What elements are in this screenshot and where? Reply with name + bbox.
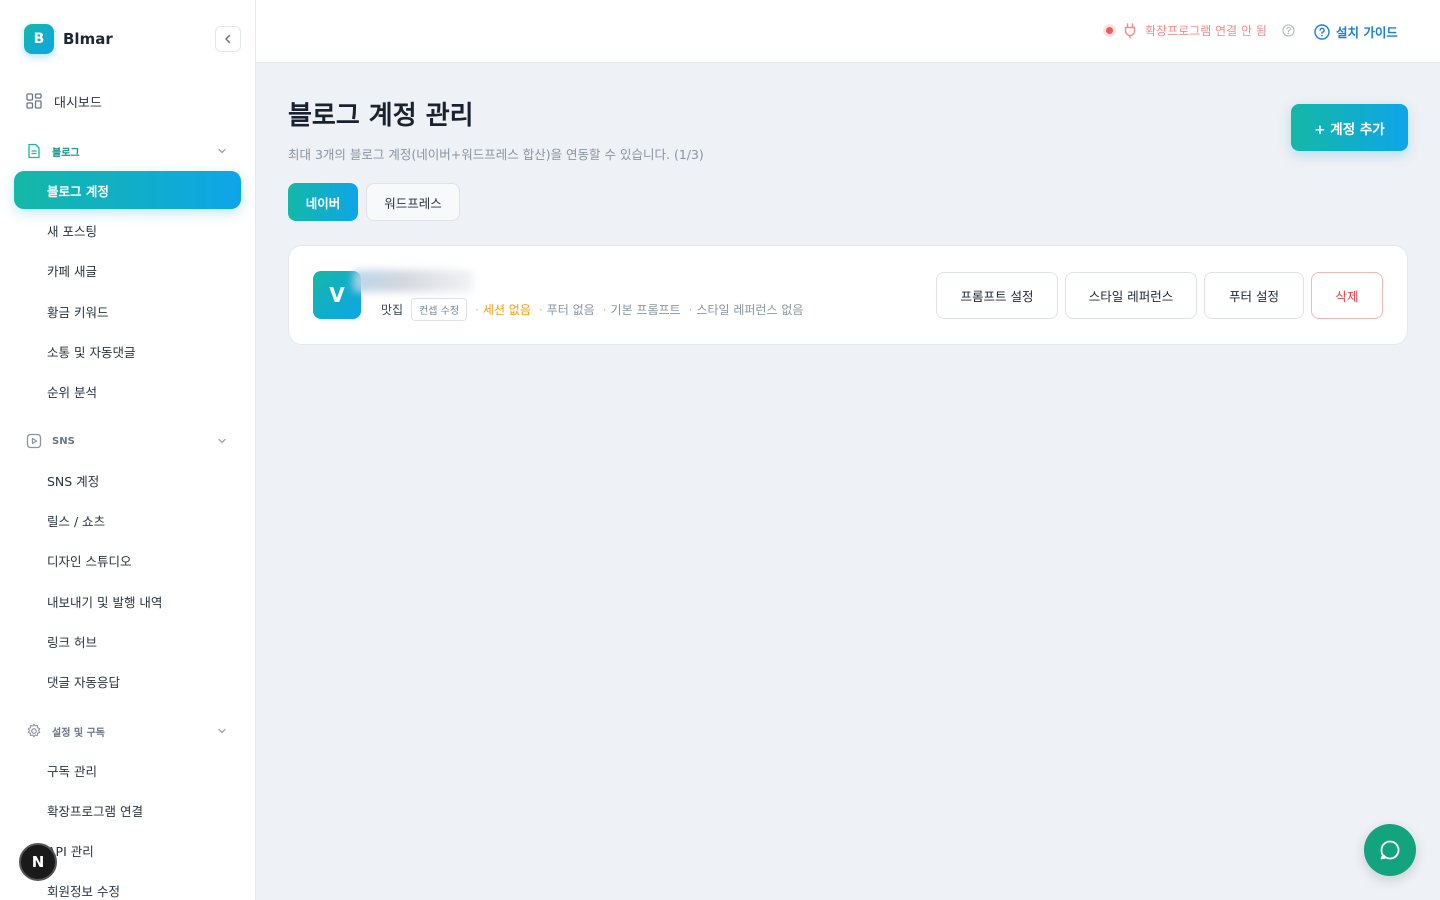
sidebar-item-label: 릴스 / 쇼츠 (47, 513, 106, 529)
extension-status-label: 확장프로그램 연결 안 됨 (1145, 24, 1267, 38)
sidebar-item-comment-auto-reply[interactable]: 댓글 자동응답 (14, 662, 241, 700)
concept-edit-button[interactable]: 컨셉 수정 (411, 298, 468, 321)
sidebar-item-label: 카페 새글 (47, 263, 97, 279)
chevron-down-icon (218, 728, 226, 734)
sidebar-item-link-hub[interactable]: 링크 허브 (14, 622, 241, 660)
install-guide-label: 설치 가이드 (1336, 25, 1398, 40)
question-circle-icon (1314, 23, 1330, 40)
sidebar: B Blmar 대시보드 블로그 블로그 계정 새 포스팅 카페 새글 황금 키… (0, 0, 256, 900)
sidebar-item-export-history[interactable]: 내보내기 및 발행 내역 (14, 582, 241, 620)
account-category: 맛집 (381, 303, 404, 317)
prompt-status: 기본 프롬프트 (603, 301, 681, 318)
document-icon (26, 143, 42, 159)
sidebar-item-blog-account[interactable]: 블로그 계정 (14, 171, 241, 209)
play-square-icon (26, 433, 42, 449)
footer-settings-button[interactable]: 푸터 설정 (1204, 272, 1304, 319)
page-title: 블로그 계정 관리 (288, 101, 474, 131)
collapse-sidebar-button[interactable] (215, 26, 241, 52)
section-sns[interactable]: SNS (14, 426, 241, 456)
chevron-left-icon (225, 34, 231, 44)
gear-icon (26, 723, 42, 739)
section-blog[interactable]: 블로그 (14, 136, 241, 166)
sidebar-item-rank-analysis[interactable]: 순위 분석 (14, 372, 241, 410)
sidebar-item-label: 확장프로그램 연결 (47, 803, 143, 819)
grid-icon (26, 93, 42, 109)
sidebar-item-label: 댓글 자동응답 (47, 674, 120, 690)
section-sns-label: SNS (52, 435, 75, 447)
sidebar-item-label: 링크 허브 (47, 634, 97, 650)
sidebar-item-label: 순위 분석 (47, 384, 97, 400)
sidebar-item-reels-shorts[interactable]: 릴스 / 쇼츠 (14, 501, 241, 539)
sidebar-item-label: 구독 관리 (47, 763, 97, 779)
status-dot (1106, 27, 1113, 34)
brand-name: Blmar (63, 30, 113, 48)
chevron-down-icon (218, 438, 226, 444)
style-reference-button[interactable]: 스타일 레퍼런스 (1065, 272, 1197, 319)
sidebar-item-subscription[interactable]: 구독 관리 (14, 751, 241, 789)
prompt-settings-button[interactable]: 프롬프트 설정 (936, 272, 1058, 319)
extension-status[interactable]: 확장프로그램 연결 안 됨 (1106, 22, 1267, 39)
sidebar-item-label: SNS 계정 (47, 473, 100, 489)
nav-dashboard-label: 대시보드 (54, 95, 102, 111)
chat-button[interactable] (1364, 824, 1416, 876)
session-status: 세션 없음 (475, 301, 531, 318)
footer-status: 푸터 없음 (539, 301, 595, 318)
sidebar-item-cafe-new[interactable]: 카페 새글 (14, 251, 241, 289)
chat-bubble-icon (1380, 840, 1400, 860)
sidebar-item-new-posting[interactable]: 새 포스팅 (14, 211, 241, 249)
page-subtitle: 최대 3개의 블로그 계정(네이버+워드프레스 합산)을 연동할 수 있습니다.… (288, 147, 704, 162)
sidebar-item-label: 새 포스팅 (47, 223, 97, 239)
add-account-button[interactable]: + 계정 추가 (1291, 104, 1408, 151)
sidebar-item-sns-account[interactable]: SNS 계정 (14, 461, 241, 499)
sidebar-item-label: 회원정보 수정 (47, 883, 120, 899)
sidebar-item-golden-keyword[interactable]: 황금 키워드 (14, 292, 241, 330)
nav-dashboard[interactable]: 대시보드 (14, 82, 241, 120)
sidebar-item-design-studio[interactable]: 디자인 스튜디오 (14, 541, 241, 579)
brand[interactable]: B Blmar (24, 24, 113, 54)
sidebar-item-auto-comment[interactable]: 소통 및 자동댓글 (14, 332, 241, 370)
plug-icon (1123, 22, 1137, 39)
topbar: 확장프로그램 연결 안 됨 설치 가이드 (256, 0, 1440, 63)
section-settings-label: 설정 및 구독 (52, 727, 105, 739)
tab-wordpress[interactable]: 워드프레스 (366, 183, 460, 221)
sidebar-item-label: 황금 키워드 (47, 304, 109, 320)
account-card: V 맛집 컨셉 수정 세션 없음 푸터 없음 기본 프롬프트 스타일 레퍼런스 … (288, 245, 1408, 345)
delete-account-button[interactable]: 삭제 (1311, 272, 1383, 319)
style-ref-status: 스타일 레퍼런스 없음 (689, 301, 803, 318)
section-blog-label: 블로그 (52, 147, 80, 159)
install-guide-link[interactable]: 설치 가이드 (1314, 22, 1398, 41)
tab-naver[interactable]: 네이버 (288, 183, 358, 221)
account-name-blurred (353, 270, 473, 292)
section-settings[interactable]: 설정 및 구독 (14, 716, 241, 746)
question-circle-icon[interactable] (1282, 24, 1295, 37)
sidebar-item-label: 내보내기 및 발행 내역 (47, 594, 163, 610)
sidebar-item-label: 블로그 계정 (47, 183, 109, 199)
brand-logo: B (24, 24, 54, 54)
sidebar-item-extension[interactable]: 확장프로그램 연결 (14, 791, 241, 829)
account-meta: 맛집 컨셉 수정 세션 없음 푸터 없음 기본 프롬프트 스타일 레퍼런스 없음 (381, 298, 811, 321)
chevron-down-icon (218, 148, 226, 154)
dev-tools-badge[interactable]: N (19, 843, 57, 881)
sidebar-item-label: 디자인 스튜디오 (47, 553, 132, 569)
sidebar-item-label: 소통 및 자동댓글 (47, 344, 136, 360)
